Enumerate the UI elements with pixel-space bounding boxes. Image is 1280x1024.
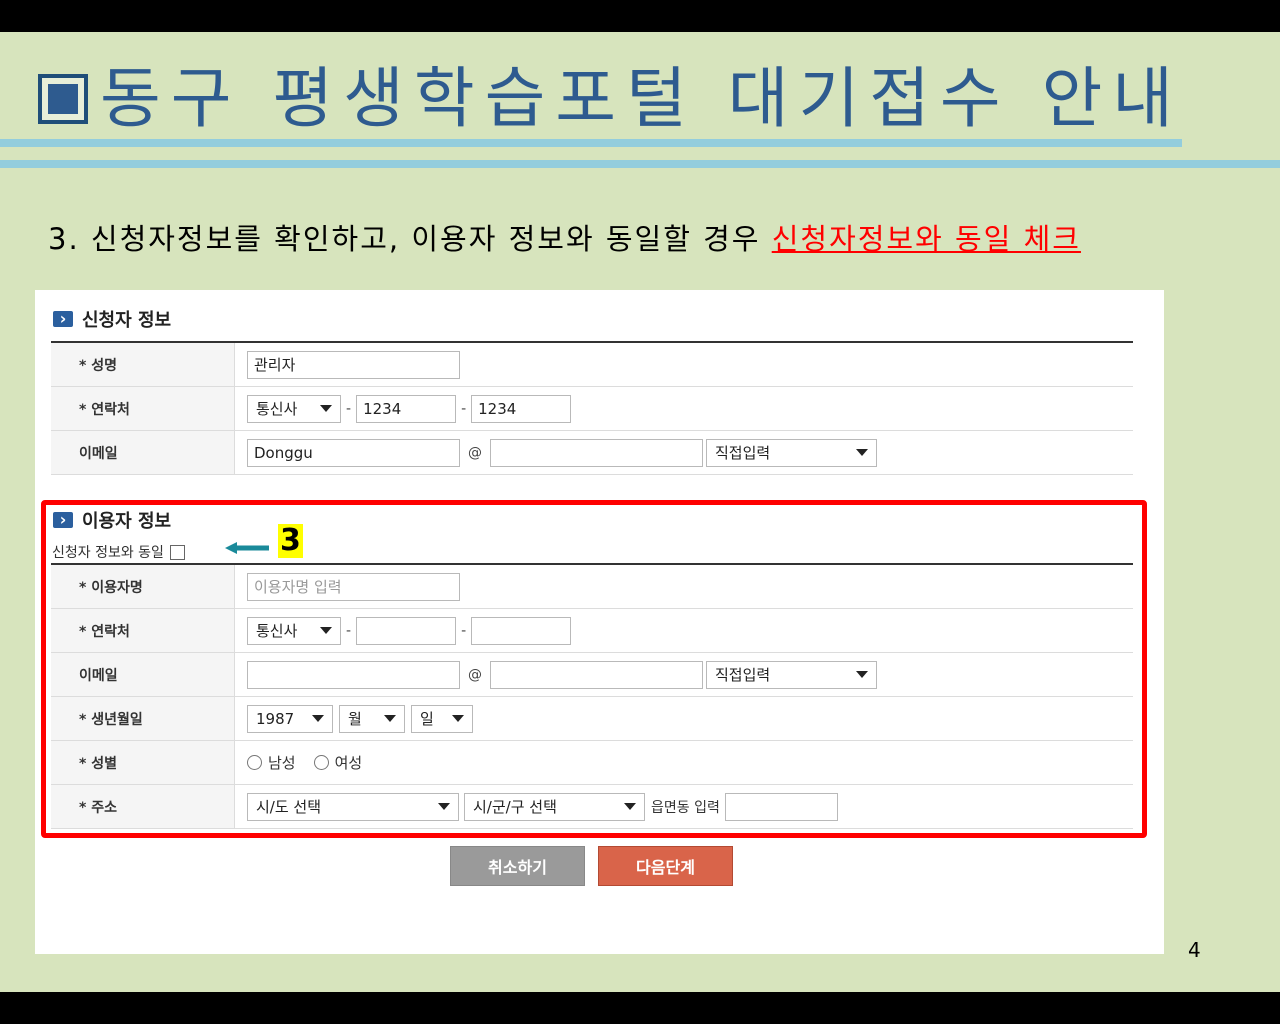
chevron-down-icon <box>624 803 636 810</box>
birth-year-select[interactable]: 1987 <box>247 704 333 733</box>
user-email-domain-input[interactable] <box>490 660 703 689</box>
user-email-id-input[interactable] <box>247 660 460 689</box>
applicant-carrier-select[interactable]: 통신사 <box>247 394 341 423</box>
slide-title: 동구 평생학습포털 대기접수 안내 <box>100 60 1184 137</box>
birth-day-select[interactable]: 일 <box>411 704 473 733</box>
user-gender-label: * 성별 <box>51 741 235 784</box>
user-name-row: * 이용자명 이용자명 입력 <box>51 565 1133 609</box>
user-phone-last-input[interactable] <box>471 616 572 645</box>
eup-label: 읍면동 입력 <box>651 799 720 816</box>
applicant-section-label: 신청자 정보 <box>82 310 172 331</box>
applicant-form-table: * 성명 관리자 * 연락처 통신사 - 1234 - 1234 이메일 Don… <box>51 341 1133 475</box>
sigungu-select[interactable]: 시/군/구 선택 <box>464 792 645 821</box>
chevron-down-icon <box>320 627 332 634</box>
applicant-phone-mid-input[interactable]: 1234 <box>356 394 457 423</box>
user-carrier-value: 통신사 <box>256 622 298 640</box>
user-name-input[interactable]: 이용자명 입력 <box>247 572 460 601</box>
section-arrow-icon <box>53 512 73 528</box>
instruction-highlight: 신청자정보와 동일 체크 <box>771 222 1081 256</box>
applicant-contact-row: * 연락처 통신사 - 1234 - 1234 <box>51 387 1133 431</box>
section-arrow-icon <box>53 311 73 327</box>
user-email-row: 이메일 @ 직접입력 <box>51 653 1133 697</box>
instruction-main: 3. 신청자정보를 확인하고, 이용자 정보와 동일할 경우 <box>48 222 772 256</box>
gender-female-radio[interactable] <box>313 755 329 770</box>
sido-value: 시/도 선택 <box>256 798 322 816</box>
title-rule-bottom <box>0 160 1280 168</box>
chevron-down-icon <box>312 715 324 722</box>
applicant-email-domain-input[interactable] <box>490 438 703 467</box>
title-rule-top <box>0 139 1182 147</box>
dash-separator: - <box>346 622 352 639</box>
user-address-label: * 주소 <box>51 785 235 828</box>
gender-male-option[interactable]: 남성 <box>247 752 296 773</box>
birth-month-value: 월 <box>348 710 362 728</box>
applicant-section-title: 신청자 정보 <box>53 306 171 332</box>
applicant-email-select-value: 직접입력 <box>715 444 771 462</box>
user-email-label: 이메일 <box>51 653 235 696</box>
next-step-button[interactable]: 다음단계 <box>598 846 733 886</box>
at-sign: @ <box>468 444 482 461</box>
user-contact-row: * 연락처 통신사 - - <box>51 609 1133 653</box>
gender-male-label: 남성 <box>268 754 296 772</box>
gender-female-label: 여성 <box>334 754 363 772</box>
user-email-domain-select[interactable]: 직접입력 <box>706 660 877 689</box>
slide-title-area: 동구 평생학습포털 대기접수 안내 <box>38 54 1183 144</box>
user-birth-label: * 생년월일 <box>51 697 235 740</box>
eup-input[interactable] <box>724 792 838 821</box>
chevron-down-icon <box>856 671 868 678</box>
same-as-applicant-label: 신청자 정보와 동일 <box>52 545 164 561</box>
user-birth-row: * 생년월일 1987 월 일 <box>51 697 1133 741</box>
applicant-carrier-value: 통신사 <box>256 400 298 418</box>
applicant-name-input[interactable]: 관리자 <box>247 350 460 379</box>
applicant-phone-last-input[interactable]: 1234 <box>471 394 572 423</box>
user-gender-row: * 성별 남성 여성 <box>51 741 1133 785</box>
form-screenshot-panel: 신청자 정보 * 성명 관리자 * 연락처 통신사 - 1234 - 1234 <box>35 290 1164 954</box>
user-name-label: * 이용자명 <box>51 565 235 608</box>
at-sign: @ <box>468 666 482 683</box>
user-email-select-value: 직접입력 <box>715 666 771 684</box>
birth-month-select[interactable]: 월 <box>339 704 405 733</box>
step-badge: 3 <box>278 523 303 558</box>
gender-male-radio[interactable] <box>247 755 262 770</box>
birth-day-value: 일 <box>420 710 434 728</box>
same-as-applicant-checkbox[interactable] <box>169 544 185 560</box>
chevron-down-icon <box>384 715 396 722</box>
user-form-table: * 이용자명 이용자명 입력 * 연락처 통신사 - - 이메일 @ 직접입력 … <box>51 563 1133 829</box>
slide: 동구 평생학습포털 대기접수 안내 3. 신청자정보를 확인하고, 이용자 정보… <box>0 32 1280 992</box>
user-address-row: * 주소 시/도 선택 시/군/구 선택 읍면동 입력 <box>51 785 1133 829</box>
user-section-label: 이용자 정보 <box>82 511 172 532</box>
chevron-down-icon <box>320 405 332 412</box>
sigungu-value: 시/군/구 선택 <box>473 798 557 816</box>
page-number: 4 <box>1188 938 1201 962</box>
gender-female-option[interactable]: 여성 <box>313 752 363 773</box>
chevron-down-icon <box>452 715 464 722</box>
dash-separator: - <box>346 400 352 417</box>
dash-separator: - <box>461 622 467 639</box>
applicant-email-domain-select[interactable]: 직접입력 <box>706 438 877 467</box>
chevron-down-icon <box>438 803 450 810</box>
applicant-name-label: * 성명 <box>51 343 235 386</box>
applicant-name-row: * 성명 관리자 <box>51 343 1133 387</box>
applicant-email-id-input[interactable]: Donggu <box>247 438 460 467</box>
user-carrier-select[interactable]: 통신사 <box>247 616 341 645</box>
applicant-email-row: 이메일 Donggu @ 직접입력 <box>51 431 1133 475</box>
user-phone-mid-input[interactable] <box>356 616 457 645</box>
left-arrow-icon <box>225 542 269 554</box>
user-contact-label: * 연락처 <box>51 609 235 652</box>
sido-select[interactable]: 시/도 선택 <box>247 792 459 821</box>
chevron-down-icon <box>856 449 868 456</box>
applicant-contact-label: * 연락처 <box>51 387 235 430</box>
user-section-title: 이용자 정보 <box>53 507 171 533</box>
cancel-button[interactable]: 취소하기 <box>450 846 585 886</box>
dash-separator: - <box>461 400 467 417</box>
square-bullet-icon <box>38 74 88 124</box>
birth-year-value: 1987 <box>256 709 295 728</box>
instruction-text: 3. 신청자정보를 확인하고, 이용자 정보와 동일할 경우 신청자정보와 동일… <box>48 216 1081 258</box>
applicant-email-label: 이메일 <box>51 431 235 474</box>
same-as-applicant-row: 신청자 정보와 동일 <box>52 542 185 562</box>
